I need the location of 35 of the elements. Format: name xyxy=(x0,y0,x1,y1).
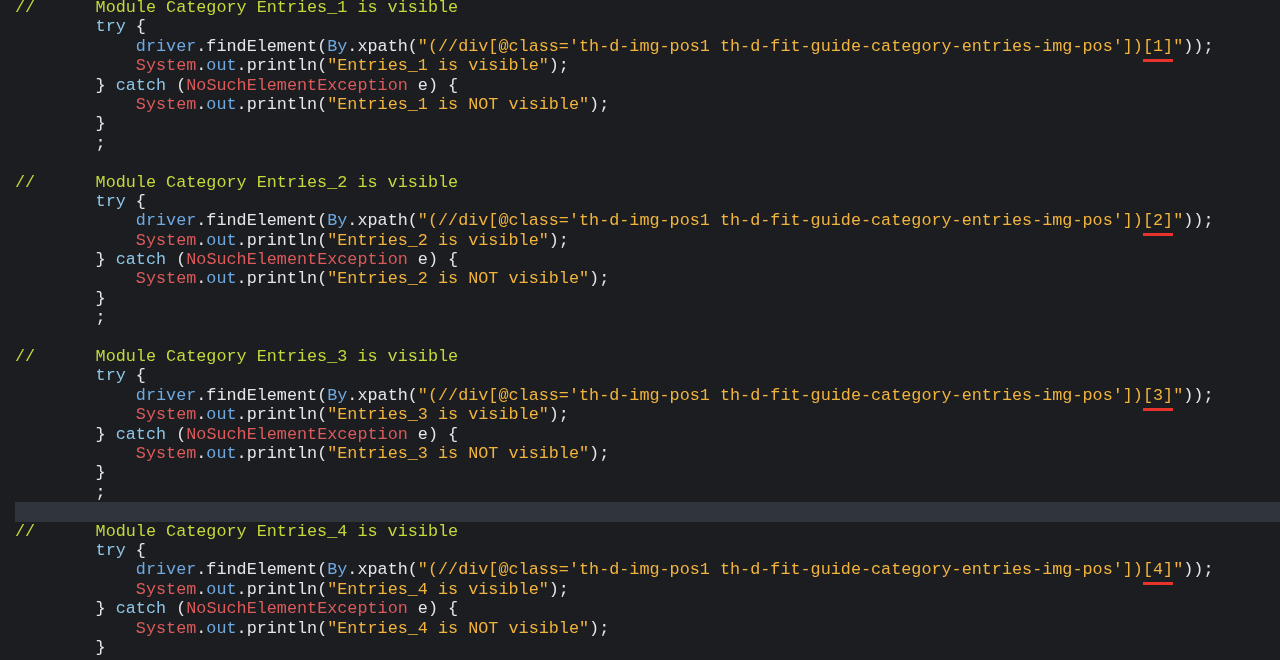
code-line: try { xyxy=(94,366,146,386)
code-line: } catch (NoSuchElementException e) { xyxy=(94,599,459,619)
code-comment: // Module Category Entries_3 is visible xyxy=(15,347,459,367)
code-comment: // Module Category Entries_1 is visible xyxy=(15,0,459,18)
underline-mark xyxy=(1142,58,1174,62)
code-line: System.out.println("Entries_4 is visible"); xyxy=(134,579,569,600)
code-line: } catch (NoSuchElementException e) { xyxy=(94,75,459,95)
code-line: System.out.println("Entries_1 is visible"); xyxy=(134,56,569,76)
code-line: ; xyxy=(94,133,106,154)
underline-mark xyxy=(1142,233,1174,237)
code-line: System.out.println("Entries_2 is visible"); xyxy=(134,230,569,251)
code-line: System.out.println("Entries_4 is NOT visible"); xyxy=(134,618,610,638)
code-line: ; xyxy=(94,482,106,503)
code-line: } xyxy=(94,114,106,134)
code-line: driver.findElement(By.xpath("(//div[@class='th-d-img-pos1 th-d-fit-guide-category-entries-img-pos'])[1]")); xyxy=(15,36,1214,57)
code-line: } catch (NoSuchElementException e) { xyxy=(94,250,459,270)
code-line: driver.findElement(By.xpath("(//div[@class='th-d-img-pos1 th-d-fit-guide-category-entries-img-pos'])[2]")); xyxy=(15,211,1214,231)
code-line: System.out.println("Entries_3 is visible"); xyxy=(134,405,569,425)
code-line: } xyxy=(94,288,106,309)
code-line: } xyxy=(94,463,106,483)
code-line: driver.findElement(By.xpath("(//div[@class='th-d-img-pos1 th-d-fit-guide-category-entries-img-pos'])[4]")); xyxy=(15,560,1214,580)
underline-mark xyxy=(1142,407,1174,411)
code-line: System.out.println("Entries_3 is NOT visible"); xyxy=(134,444,610,464)
code-line: } xyxy=(94,637,106,658)
code-line: } catch (NoSuchElementException e) { xyxy=(94,424,459,444)
code-line: System.out.println("Entries_1 is NOT visible"); xyxy=(134,94,610,115)
code-line: try { xyxy=(94,540,146,561)
code-line: driver.findElement(By.xpath("(//div[@class='th-d-img-pos1 th-d-fit-guide-category-entries-img-pos'])[3]")); xyxy=(15,385,1214,406)
code-line: System.out.println("Entries_2 is NOT visible"); xyxy=(134,269,610,289)
code-comment: // Module Category Entries_2 is visible xyxy=(15,172,459,192)
underline-mark xyxy=(1142,582,1174,586)
code-line: ; xyxy=(94,308,106,328)
code-line: try { xyxy=(94,191,146,212)
code-line: try { xyxy=(94,17,146,37)
code-comment: // Module Category Entries_4 is visible xyxy=(15,521,459,541)
